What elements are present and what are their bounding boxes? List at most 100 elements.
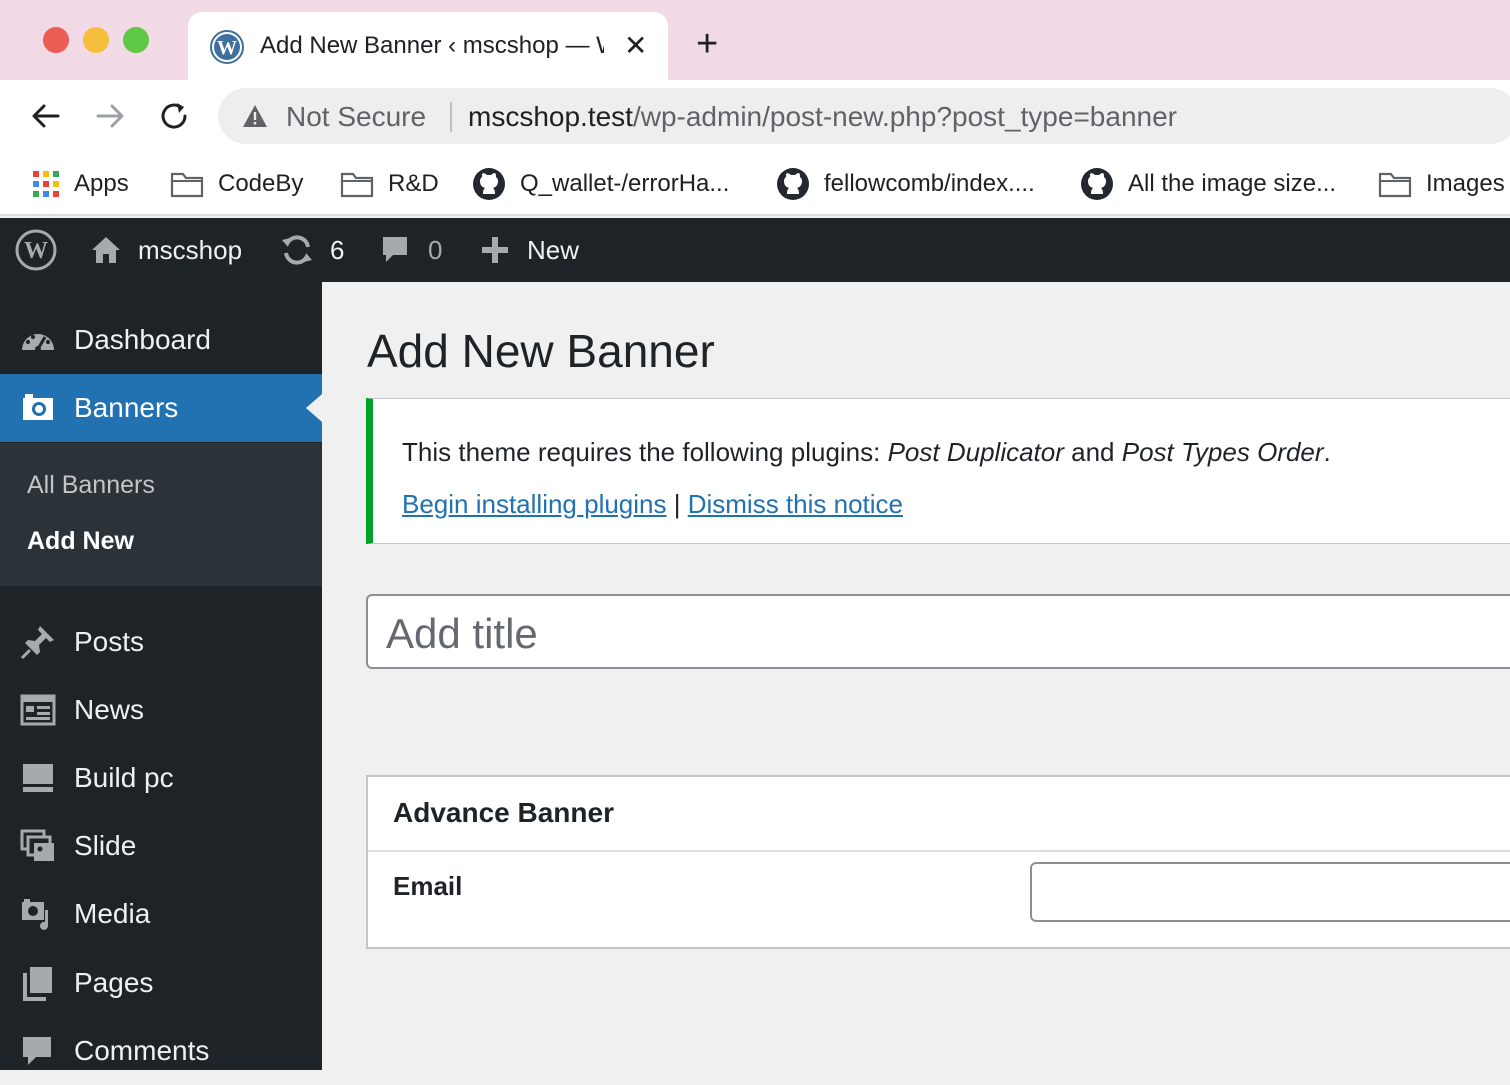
bookmark-label: All the image size...: [1128, 170, 1337, 197]
url-host: mscshop.test: [468, 101, 633, 132]
sidebar-item-label: Posts: [74, 626, 145, 657]
folder-icon: [1378, 172, 1412, 198]
bookmarks-bar: Apps CodeBy R&D Q_wallet-/errorHa... fel…: [0, 152, 1510, 216]
address-bar[interactable]: Not Secure mscshop.test/wp-admin/post-ne…: [218, 88, 1510, 144]
metabox-title: Advance Banner: [393, 797, 614, 828]
page-title: Add New Banner: [367, 325, 715, 377]
banners-submenu: All Banners Add New: [0, 443, 322, 586]
sidebar-item-posts[interactable]: Posts: [0, 608, 322, 676]
dashboard-icon: [22, 334, 54, 352]
sidebar-item-label: Media: [74, 898, 151, 929]
url-path: /wp-admin/post-new.php?post_type=banner: [632, 101, 1177, 132]
email-label: Email: [393, 871, 463, 901]
notice-text: This theme requires the following plugin…: [402, 437, 1331, 468]
github-icon: [1081, 168, 1113, 200]
browser-toolbar: Not Secure mscshop.test/wp-admin/post-ne…: [0, 80, 1510, 152]
notice-link-separator: |: [666, 489, 688, 519]
sidebar-item-dashboard[interactable]: Dashboard: [0, 306, 322, 374]
comment-icon: [23, 1037, 51, 1065]
bookmark-images[interactable]: Images: [1378, 164, 1505, 204]
sidebar-item-news[interactable]: News: [0, 676, 322, 744]
folder-icon: [340, 172, 374, 198]
comments-menu[interactable]: 0: [380, 218, 442, 282]
updates-icon: [282, 235, 312, 265]
updates-menu[interactable]: 6: [280, 218, 344, 282]
post-title-input[interactable]: Add title: [366, 594, 1510, 669]
browser-tab[interactable]: W Add New Banner ‹ mscshop — WordPress ✕: [188, 12, 668, 80]
window-close-button[interactable]: [43, 27, 69, 53]
new-content-menu[interactable]: New: [480, 218, 579, 282]
camera-icon: [23, 394, 53, 420]
home-icon: [92, 237, 120, 263]
title-placeholder: Add title: [386, 610, 538, 657]
github-icon: [473, 168, 505, 200]
sidebar-item-label: Build pc: [74, 762, 174, 793]
address-divider: [450, 102, 452, 132]
sidebar-item-banners[interactable]: Banners: [0, 374, 322, 442]
media-icon: [22, 899, 48, 930]
browser-tab-bar: W Add New Banner ‹ mscshop — WordPress ✕…: [0, 0, 1510, 80]
notice-suffix: .: [1323, 437, 1331, 467]
sidebar-item-build-pc[interactable]: Build pc: [0, 744, 322, 812]
bookmark-image-sizes[interactable]: All the image size...: [1080, 164, 1336, 204]
tab-close-icon[interactable]: ✕: [624, 30, 647, 62]
notice-and: and: [1063, 437, 1122, 467]
bookmark-label: Q_wallet-/errorHa...: [520, 170, 730, 197]
main-content: Add New Banner This theme requires the f…: [322, 282, 1510, 1070]
sidebar-item-pages[interactable]: Pages: [0, 949, 322, 1017]
bookmark-apps[interactable]: Apps: [32, 164, 129, 204]
wp-admin-bar: W mscshop 6 0 New: [0, 218, 1510, 282]
comments-count: 0: [428, 234, 443, 265]
tab-title: Add New Banner ‹ mscshop — WordPress: [260, 32, 604, 59]
svg-text:W: W: [24, 238, 48, 264]
window-minimize-button[interactable]: [83, 27, 109, 53]
notice-plugin-1: Post Duplicator: [887, 437, 1064, 467]
dismiss-notice-link[interactable]: Dismiss this notice: [688, 489, 903, 519]
submenu-add-new[interactable]: Add New: [27, 527, 134, 556]
sidebar-item-label: Slide: [74, 830, 137, 861]
plus-icon: [482, 237, 508, 263]
sidebar-item-media[interactable]: Media: [0, 880, 322, 948]
pages-icon: [23, 967, 52, 1001]
site-name-menu[interactable]: mscshop: [90, 218, 242, 282]
metabox-header[interactable]: Advance Banner: [368, 777, 1510, 852]
plugin-notice: This theme requires the following plugin…: [366, 398, 1510, 544]
folder-icon: [170, 172, 204, 198]
sidebar-item-comments[interactable]: Comments: [0, 1017, 322, 1085]
url-text[interactable]: mscshop.test/wp-admin/post-new.php?post_…: [468, 101, 1177, 133]
comment-icon: [383, 237, 407, 262]
admin-sidebar: Dashboard Banners All Banners Add New Po…: [0, 282, 322, 1070]
new-tab-icon[interactable]: +: [696, 24, 718, 64]
sidebar-item-slide[interactable]: Slide: [0, 812, 322, 880]
back-arrow-icon[interactable]: [28, 98, 64, 134]
notice-links: Begin installing plugins | Dismiss this …: [402, 489, 903, 520]
active-menu-arrow: [306, 394, 322, 422]
bookmark-fellowcomb[interactable]: fellowcomb/index....: [776, 164, 1035, 204]
forward-arrow-icon[interactable]: [92, 98, 128, 134]
bookmark-rnd[interactable]: R&D: [340, 164, 439, 204]
apps-grid-icon: [33, 171, 59, 197]
bookmark-q-wallet[interactable]: Q_wallet-/errorHa...: [472, 164, 729, 204]
sidebar-item-label: Comments: [74, 1035, 210, 1066]
bookmark-label: R&D: [388, 170, 439, 197]
site-name: mscshop: [138, 234, 243, 265]
bookmark-label: Images: [1426, 170, 1505, 197]
advance-banner-metabox: Advance Banner Email: [366, 775, 1510, 949]
window-zoom-button[interactable]: [123, 27, 149, 53]
news-icon: [20, 694, 56, 726]
notice-plugin-2: Post Types Order: [1121, 437, 1324, 467]
email-field[interactable]: [1030, 862, 1510, 922]
monitor-icon: [23, 764, 53, 792]
begin-installing-plugins-link[interactable]: Begin installing plugins: [402, 489, 667, 519]
submenu-all-banners[interactable]: All Banners: [27, 471, 155, 500]
wordpress-logo-icon: W: [15, 229, 57, 271]
new-label: New: [527, 234, 580, 265]
sidebar-item-label: Banners: [74, 392, 179, 423]
reload-icon[interactable]: [156, 98, 192, 134]
warning-icon: [243, 105, 267, 127]
github-icon: [777, 168, 809, 200]
bookmark-codeby[interactable]: CodeBy: [170, 164, 303, 204]
sidebar-item-label: News: [74, 694, 145, 725]
wp-logo-menu[interactable]: W: [14, 218, 58, 282]
not-secure-label[interactable]: Not Secure: [286, 101, 426, 133]
